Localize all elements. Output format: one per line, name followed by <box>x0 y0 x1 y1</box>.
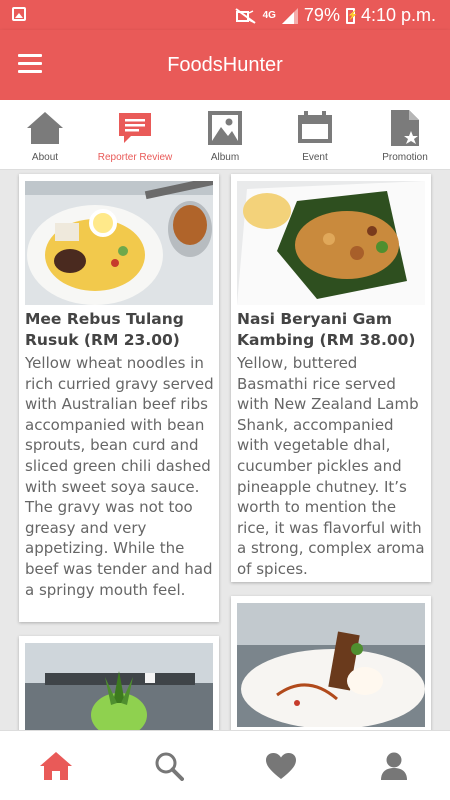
category-tabs: About Reporter Review Album Event Promot… <box>0 100 450 170</box>
tab-about-label: About <box>31 152 59 163</box>
tab-event-label: Event <box>302 152 328 163</box>
review-description: Yellow, buttered Basmathi rice served wi… <box>237 354 425 578</box>
home-icon <box>40 751 73 780</box>
review-card[interactable]: Mee Rebus Tulang Rusuk (RM 23.00) Yellow… <box>19 174 219 622</box>
review-card[interactable] <box>19 636 219 730</box>
profile-icon <box>380 752 407 780</box>
heart-icon <box>266 752 297 779</box>
review-description: Yellow wheat noodles in rich curried gra… <box>25 354 214 599</box>
tab-reporter-review-label: Reporter Review <box>97 152 173 163</box>
home-icon <box>27 112 63 144</box>
tab-promotion[interactable]: Promotion <box>360 100 450 169</box>
review-icon <box>119 113 151 143</box>
nav-favorites[interactable] <box>225 731 338 800</box>
tab-reporter-review[interactable]: Reporter Review <box>90 100 180 169</box>
review-feed[interactable]: Mee Rebus Tulang Rusuk (RM 23.00) Yellow… <box>0 170 450 730</box>
signal-icon <box>281 7 298 24</box>
battery-percent: 79% <box>303 5 340 25</box>
clock: 4:10 p.m. <box>360 5 436 25</box>
battery-icon <box>345 7 358 24</box>
status-indicators: 4G 79% 4:10 p.m. <box>234 5 436 26</box>
nav-profile[interactable] <box>338 731 450 800</box>
tab-promotion-label: Promotion <box>382 152 428 163</box>
tab-about[interactable]: About <box>0 100 90 169</box>
network-type: 4G <box>262 10 276 21</box>
nav-search[interactable] <box>113 731 226 800</box>
tab-event[interactable]: Event <box>270 100 360 169</box>
food-photo <box>237 181 425 305</box>
food-photo <box>25 181 213 305</box>
app-bar: FoodsHunter <box>0 30 450 100</box>
review-title: Nasi Beryani Gam Kambing (RM 38.00) <box>237 310 416 349</box>
app-title: FoodsHunter <box>167 54 283 76</box>
food-photo <box>25 643 213 730</box>
review-card[interactable]: Nasi Beryani Gam Kambing (RM 38.00) Yell… <box>231 174 431 582</box>
status-bar: 4G 79% 4:10 p.m. <box>0 0 450 30</box>
nav-home[interactable] <box>0 731 113 800</box>
calendar-icon <box>298 111 332 143</box>
gallery-notification-icon <box>12 7 26 21</box>
bottom-navigation <box>0 730 450 800</box>
review-title: Mee Rebus Tulang Rusuk (RM 23.00) <box>25 310 184 349</box>
document-star-icon <box>391 110 419 146</box>
search-icon <box>155 752 184 781</box>
tab-album[interactable]: Album <box>180 100 270 169</box>
food-photo <box>237 603 425 727</box>
mute-icon <box>234 7 256 24</box>
tab-album-label: Album <box>210 152 240 163</box>
review-card[interactable] <box>231 596 431 730</box>
image-icon <box>208 111 242 145</box>
